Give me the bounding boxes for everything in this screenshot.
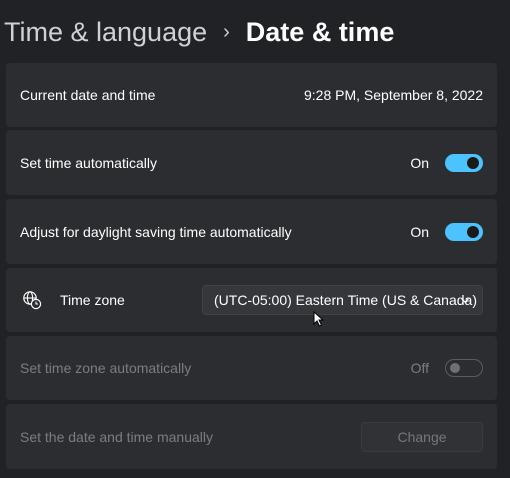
time-zone-selected: (UTC-05:00) Eastern Time (US & Canada): [214, 292, 477, 308]
toggle-knob: [450, 363, 460, 373]
current-datetime-label: Current date and time: [20, 87, 156, 103]
daylight-saving-control: On: [410, 222, 483, 241]
set-time-auto-card: Set time automatically On: [6, 130, 497, 195]
breadcrumb: Time & language › Date & time: [4, 12, 394, 52]
set-timezone-auto-toggle[interactable]: [445, 359, 483, 377]
change-button[interactable]: Change: [361, 421, 483, 452]
set-timezone-auto-control: Off: [411, 359, 483, 377]
chevron-down-icon: [461, 298, 469, 303]
toggle-knob: [467, 156, 479, 169]
daylight-saving-state: On: [410, 223, 429, 240]
daylight-saving-card: Adjust for daylight saving time automati…: [6, 199, 497, 264]
time-zone-dropdown[interactable]: (UTC-05:00) Eastern Time (US & Canada): [202, 285, 483, 315]
set-time-auto-label: Set time automatically: [20, 154, 157, 171]
set-time-auto-toggle[interactable]: [445, 153, 483, 172]
time-zone-card: Time zone (UTC-05:00) Eastern Time (US &…: [6, 268, 497, 332]
chevron-right-icon: ›: [223, 20, 230, 43]
current-datetime-value: 9:28 PM, September 8, 2022: [304, 87, 483, 103]
globe-clock-icon: [23, 291, 42, 310]
set-timezone-auto-label: Set time zone automatically: [20, 360, 192, 376]
page-title: Date & time: [245, 16, 395, 47]
mouse-cursor-icon: [313, 311, 325, 327]
time-zone-label: Time zone: [60, 292, 125, 308]
manual-datetime-label: Set the date and time manually: [20, 428, 214, 445]
set-time-auto-control: On: [410, 153, 483, 172]
daylight-saving-toggle[interactable]: [445, 222, 483, 241]
daylight-saving-label: Adjust for daylight saving time automati…: [20, 223, 292, 240]
breadcrumb-parent-link[interactable]: Time & language: [4, 17, 207, 48]
manual-datetime-card: Set the date and time manually Change: [6, 404, 497, 469]
toggle-knob: [467, 225, 479, 238]
current-datetime-card: Current date and time 9:28 PM, September…: [6, 63, 497, 127]
set-timezone-auto-card: Set time zone automatically Off: [6, 336, 497, 400]
set-time-auto-state: On: [410, 154, 429, 171]
set-timezone-auto-state: Off: [410, 360, 429, 376]
